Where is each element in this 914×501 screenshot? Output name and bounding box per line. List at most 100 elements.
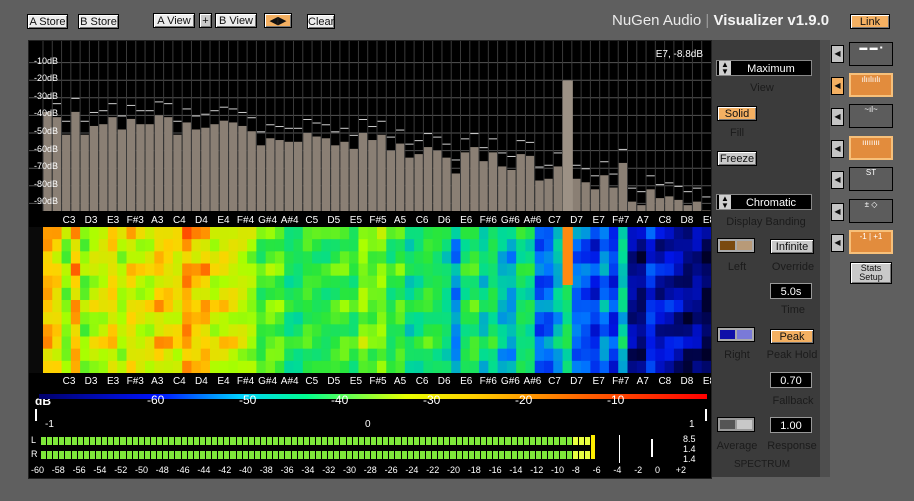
spectrogram-cell xyxy=(284,287,294,301)
peak-hold-marker xyxy=(535,166,544,168)
meter-segment xyxy=(542,451,548,459)
spectrogram-cell xyxy=(608,300,619,313)
module-tile-stereo[interactable]: ST xyxy=(849,167,893,191)
spectrogram-cell xyxy=(432,239,443,252)
collapse-button-4[interactable]: ◀ xyxy=(831,140,844,158)
link-button[interactable]: Link xyxy=(850,14,890,29)
plus-button[interactable]: + xyxy=(199,13,212,28)
clear-button[interactable]: Clear xyxy=(307,14,335,29)
spectrogram-cell xyxy=(145,300,155,313)
b-view-button[interactable]: B View xyxy=(215,13,257,28)
time-field[interactable]: 5.0s xyxy=(770,283,812,299)
collapse-button-6[interactable]: ◀ xyxy=(831,203,844,221)
collapse-button-7[interactable]: ◀ xyxy=(831,234,844,252)
meter-tick-label: -34 xyxy=(301,465,315,475)
spectrogram-cell xyxy=(321,300,332,313)
b-store-button[interactable]: B Store xyxy=(78,14,119,29)
note-label: D8 xyxy=(680,376,694,387)
meter-tick-label: -56 xyxy=(72,465,86,475)
spectrogram-cell xyxy=(386,287,397,301)
spectrogram-cell xyxy=(414,227,424,240)
meter-segment xyxy=(224,437,230,445)
swap-ab-button[interactable]: ◀▶ xyxy=(264,13,292,28)
collapse-button-2[interactable]: ◀ xyxy=(831,77,844,95)
peak-hold-marker xyxy=(145,110,154,112)
module-tile-correlation[interactable]: -1 | +1 xyxy=(849,230,893,254)
a-store-button[interactable]: A Store xyxy=(27,14,68,29)
view-select[interactable]: ▲ ▼ Maximum xyxy=(716,60,812,76)
spectrogram-cell xyxy=(692,275,703,289)
spectrogram-cell xyxy=(191,275,202,289)
spectrogram-cell xyxy=(451,360,461,373)
spectrum-bar xyxy=(284,141,293,211)
spectrogram-cell xyxy=(571,324,582,337)
arrow-left-icon: ◀ xyxy=(834,144,841,153)
spectrogram-cell xyxy=(237,348,248,362)
spectrogram-cell xyxy=(358,348,369,362)
db-label: -80dB xyxy=(34,178,59,189)
spectrogram-cell xyxy=(673,275,684,289)
spectrogram-cell xyxy=(367,239,378,252)
meter-segment xyxy=(456,451,462,459)
stats-setup-button[interactable]: Stats Setup xyxy=(850,262,892,284)
note-label: G#4 xyxy=(258,376,278,387)
meter-segment xyxy=(267,437,273,445)
a-view-button[interactable]: A View xyxy=(153,13,195,28)
module-tile-oscilloscope[interactable]: ~ıl~ xyxy=(849,104,893,128)
spectrogram-cell xyxy=(135,360,146,373)
spectrogram[interactable] xyxy=(29,227,711,373)
meter-segment xyxy=(224,451,230,459)
panel-divider xyxy=(820,40,830,477)
spectrogram-cell xyxy=(339,287,350,301)
spectrogram-cell xyxy=(553,287,564,301)
spectrogram-cell xyxy=(395,251,406,264)
peak-hold-marker xyxy=(600,161,609,163)
oscilloscope-icon: ~ıl~ xyxy=(864,105,878,114)
right-color-swatch[interactable] xyxy=(717,327,755,342)
spectrum-bar xyxy=(405,157,414,211)
spectrogram-cell xyxy=(608,312,619,325)
meter-tick-label: -4 xyxy=(613,465,622,475)
spectrogram-cell xyxy=(163,275,174,289)
note-label: D8 xyxy=(680,215,694,226)
fallback-field[interactable]: 0.70 xyxy=(770,372,812,388)
module-tile-spectrum[interactable]: ılıılıılı xyxy=(849,73,893,97)
spectrogram-cell xyxy=(70,251,81,264)
view-select-value: Maximum xyxy=(747,63,795,75)
meter-segment xyxy=(432,437,438,445)
note-label: E4 xyxy=(217,376,230,387)
spectrogram-cell xyxy=(302,348,313,362)
note-label: E5 xyxy=(349,376,363,387)
spectrogram-cell xyxy=(293,287,304,301)
average-color-swatch[interactable] xyxy=(717,417,755,432)
spectrogram-cell xyxy=(43,300,53,313)
spectrum-analyzer[interactable]: E7, -8.8dB -10dB -20dB -30dB -40dB -50dB -60d… xyxy=(29,41,711,227)
module-tile-spectrogram[interactable]: ıııııııı xyxy=(849,136,893,160)
spectrogram-cell xyxy=(581,348,591,362)
infinite-button[interactable]: Infinite xyxy=(770,239,814,254)
response-field[interactable]: 1.00 xyxy=(770,417,812,433)
banding-select[interactable]: ▲ ▼ Chromatic xyxy=(716,194,812,210)
spectrogram-cell xyxy=(599,324,610,337)
freeze-button[interactable]: Freeze xyxy=(717,151,757,166)
spectrogram-cell xyxy=(636,275,647,289)
spectrogram-cell xyxy=(247,336,257,350)
note-label: F#3 xyxy=(126,215,144,226)
peak-button[interactable]: Peak xyxy=(770,329,814,344)
collapse-button-5[interactable]: ◀ xyxy=(831,171,844,189)
meter-tick-label: -52 xyxy=(114,465,128,475)
meter-segment xyxy=(328,451,334,459)
module-tile-level[interactable]: ▬ ▬ ▪ xyxy=(849,42,893,66)
spectrogram-cell xyxy=(516,336,526,350)
meter-tick-label: -14 xyxy=(509,465,523,475)
solid-button[interactable]: Solid xyxy=(717,106,757,121)
spectrogram-cell xyxy=(210,239,220,252)
meter-segment xyxy=(199,451,205,459)
meter-segment xyxy=(487,451,493,459)
spectrogram-cell xyxy=(469,227,480,240)
collapse-button-1[interactable]: ◀ xyxy=(831,45,844,63)
spectrogram-cell xyxy=(636,312,647,325)
left-color-swatch[interactable] xyxy=(717,238,755,253)
collapse-button-3[interactable]: ◀ xyxy=(831,108,844,126)
module-tile-vectorscope[interactable]: ± ◇ xyxy=(849,199,893,223)
